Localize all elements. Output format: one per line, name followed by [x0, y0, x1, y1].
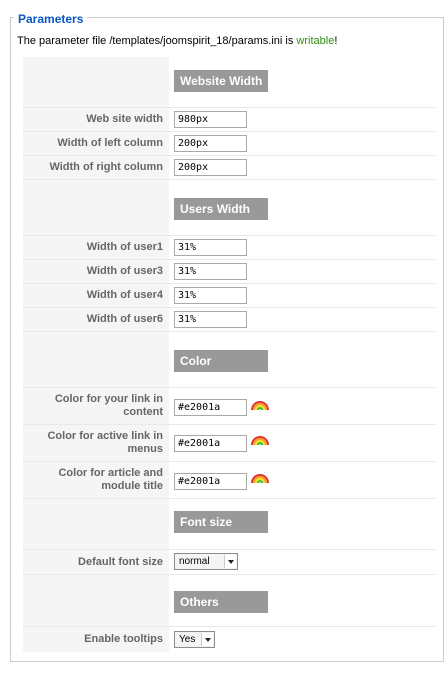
user1-width-input[interactable] [174, 239, 247, 256]
row-user3: Width of user3 [23, 260, 435, 283]
row-tooltips: Enable tooltips Yes [23, 627, 435, 652]
label-user3: Width of user3 [23, 260, 169, 283]
row-left-column: Width of left column [23, 132, 435, 155]
rainbow-color-picker-icon[interactable] [251, 432, 269, 446]
section-row-spacer [23, 57, 169, 107]
link-color-input[interactable] [174, 399, 247, 416]
label-user4: Width of user4 [23, 284, 169, 307]
section-header-others: Others [174, 591, 268, 613]
label-left-column: Width of left column [23, 132, 169, 155]
user6-width-input[interactable] [174, 311, 247, 328]
row-site-width: Web site width [23, 108, 435, 131]
active-link-color-input[interactable] [174, 435, 247, 452]
section-header-website-width: Website Width [174, 70, 268, 92]
label-user6: Width of user6 [23, 308, 169, 331]
section-row-spacer [23, 575, 169, 626]
tooltips-select[interactable]: Yes [174, 631, 215, 648]
row-title-color: Color for article and module title [23, 462, 435, 498]
label-user1: Width of user1 [23, 236, 169, 259]
row-right-column: Width of right column [23, 156, 435, 179]
site-width-input[interactable] [174, 111, 247, 128]
row-font-size: Default font size normal [23, 550, 435, 574]
font-size-selected-value: normal [179, 556, 210, 567]
file-status-suffix: ! [334, 35, 338, 47]
title-color-input[interactable] [174, 473, 247, 490]
row-link-color: Color for your link in content [23, 388, 435, 424]
section-header-users-width: Users Width [174, 198, 268, 220]
label-right-column: Width of right column [23, 156, 169, 179]
row-user6: Width of user6 [23, 308, 435, 331]
left-column-input[interactable] [174, 135, 247, 152]
font-size-select[interactable]: normal [174, 553, 238, 570]
file-status-prefix: The parameter file /templates/joomspirit… [17, 35, 297, 47]
parameters-legend: Parameters [14, 12, 88, 26]
row-user4: Width of user4 [23, 284, 435, 307]
label-site-width: Web site width [23, 108, 169, 131]
file-status-message: The parameter file /templates/joomspirit… [17, 35, 337, 47]
rainbow-color-picker-icon[interactable] [251, 470, 269, 484]
row-active-color: Color for active link in menus [23, 425, 435, 461]
tooltips-selected-value: Yes [179, 634, 196, 645]
section-row-spacer [23, 180, 169, 235]
label-tooltips: Enable tooltips [23, 627, 169, 652]
section-row-spacer [23, 332, 169, 387]
label-font-size: Default font size [23, 550, 169, 574]
chevron-down-icon [201, 633, 213, 646]
section-header-font-size: Font size [174, 511, 268, 533]
label-active-color: Color for active link in menus [23, 425, 169, 461]
chevron-down-icon [224, 555, 236, 568]
label-link-color: Color for your link in content [23, 388, 169, 424]
user3-width-input[interactable] [174, 263, 247, 280]
right-column-input[interactable] [174, 159, 247, 176]
writable-status: writable [296, 35, 335, 47]
section-header-color: Color [174, 350, 268, 372]
label-title-color: Color for article and module title [23, 462, 169, 498]
rainbow-color-picker-icon[interactable] [251, 397, 269, 411]
user4-width-input[interactable] [174, 287, 247, 304]
row-user1: Width of user1 [23, 236, 435, 259]
section-row-spacer [23, 499, 169, 549]
